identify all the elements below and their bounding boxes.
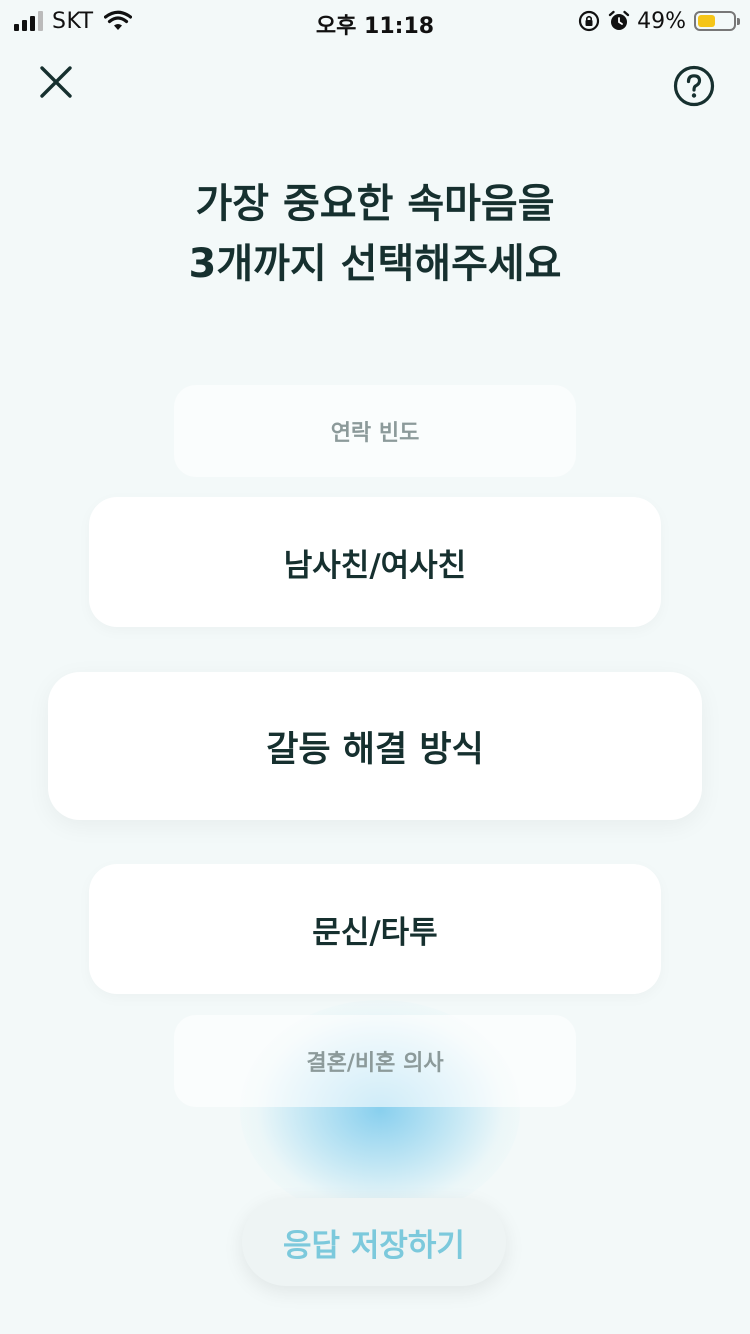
option-opposite-sex-friends[interactable]: 남사친/여사친 — [89, 497, 661, 627]
status-bar: SKT 오후 11:18 49% — [0, 0, 750, 40]
option-label: 연락 빈도 — [330, 421, 420, 446]
option-tattoo[interactable]: 문신/타투 — [89, 864, 661, 994]
option-label: 남사친/여사친 — [283, 547, 467, 584]
page-title-line-2: 3개까지 선택해주세요 — [188, 241, 562, 287]
close-button[interactable] — [36, 62, 76, 102]
page-title: 가장 중요한 속마음을 3개까지 선택해주세요 — [0, 174, 750, 294]
alarm-icon — [608, 10, 630, 30]
save-response-button[interactable]: 응답 저장하기 — [242, 1198, 506, 1286]
orientation-lock-icon — [578, 10, 600, 32]
help-button[interactable] — [672, 64, 716, 108]
battery-percent: 49% — [637, 8, 686, 34]
option-label: 갈등 해결 방식 — [266, 729, 484, 770]
option-conflict-resolution-selected[interactable]: 갈등 해결 방식 — [48, 672, 702, 820]
battery-icon — [694, 11, 740, 31]
option-marriage-intention[interactable]: 결혼/비혼 의사 — [174, 1015, 576, 1107]
help-circle-icon — [673, 65, 715, 107]
option-contact-frequency[interactable]: 연락 빈도 — [174, 385, 576, 477]
status-bar-right: 49% — [577, 8, 740, 34]
page-title-line-1: 가장 중요한 속마음을 — [195, 181, 555, 227]
option-label: 결혼/비혼 의사 — [306, 1051, 444, 1076]
battery-fill — [698, 15, 715, 27]
option-label: 문신/타투 — [312, 914, 438, 951]
close-icon — [40, 66, 72, 98]
